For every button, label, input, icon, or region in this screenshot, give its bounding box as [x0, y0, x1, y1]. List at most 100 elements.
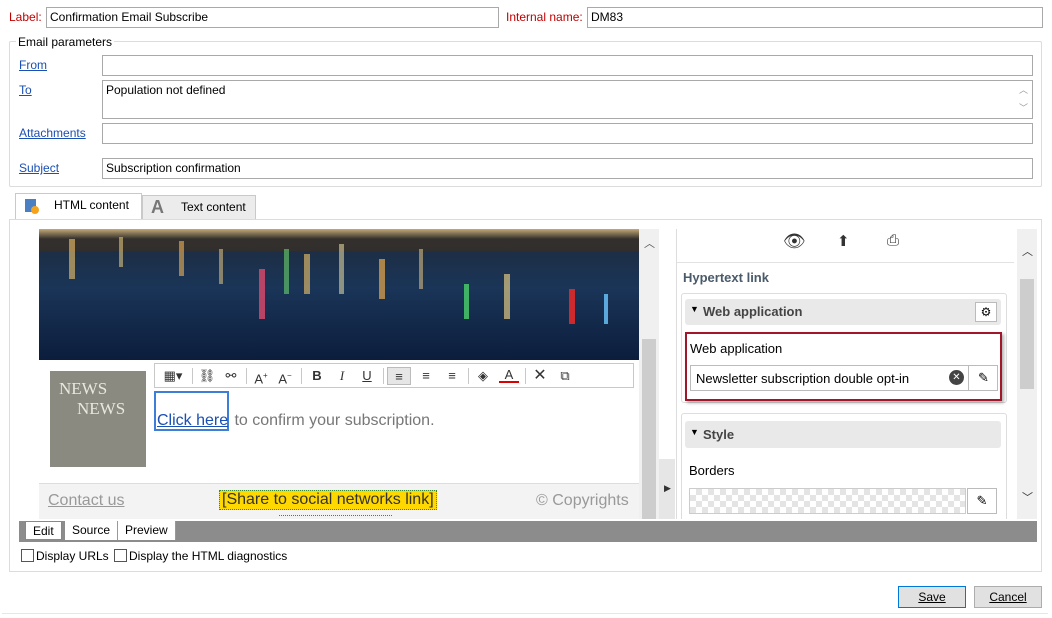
label-caption: Label:	[9, 10, 42, 24]
cancel-button-label: Cancel	[989, 590, 1027, 604]
style-section-title: Style	[703, 427, 735, 442]
toolbar-separator	[525, 368, 526, 384]
delete-icon[interactable]: ✕	[530, 367, 550, 385]
toolbar-separator	[192, 368, 193, 384]
web-app-select-value: Newsletter subscription double opt-in	[696, 371, 910, 386]
contact-us-link[interactable]: Contact us	[48, 492, 124, 510]
news-image: NEWS NEWS	[50, 371, 146, 467]
toolbar-separator	[301, 368, 302, 384]
web-app-selected-field: Web application Newsletter subscription …	[685, 332, 1002, 401]
share-link-underline	[279, 515, 392, 517]
italic-icon[interactable]: I	[332, 367, 352, 385]
borders-label: Borders	[689, 463, 735, 478]
internal-name-input[interactable]: DM83	[587, 7, 1043, 28]
tab-edit[interactable]: Edit	[25, 521, 62, 540]
to-value: Population not defined	[106, 83, 226, 97]
upload-page-icon[interactable]: ⬆	[837, 232, 850, 250]
banner-image	[39, 229, 639, 360]
save-button-label: Save	[918, 590, 946, 604]
news-image-line1: NEWS	[59, 379, 108, 398]
properties-panel: 👁 ⬆ ⎙ Hypertext link ▼ Web application ⚙…	[676, 229, 1014, 519]
hypertext-link-title: Hypertext link	[683, 270, 769, 285]
to-link[interactable]: To	[19, 83, 32, 97]
subject-link[interactable]: Subject	[19, 161, 59, 175]
confirm-text: to confirm your subscription.	[230, 412, 435, 429]
html-content-icon	[25, 199, 39, 214]
scroll-down-icon[interactable]: ﹀	[1019, 101, 1028, 116]
font-decrease-glyph: A	[278, 371, 287, 387]
display-diagnostics-label: Display the HTML diagnostics	[129, 549, 288, 563]
display-urls-label: Display URLs	[36, 549, 109, 563]
edit-pencil-icon[interactable]: ✎	[968, 366, 998, 390]
copyrights-text: © Copyrights	[536, 492, 629, 509]
save-page-icon[interactable]: ⎙	[887, 232, 899, 249]
window-bottom-border	[2, 613, 1048, 614]
move-icon[interactable]: ⧉	[555, 367, 575, 385]
bold-icon[interactable]: B	[307, 367, 327, 385]
web-app-field-label: Web application	[690, 341, 783, 356]
editor-scroll-thumb[interactable]	[642, 339, 656, 519]
attachments-link[interactable]: Attachments	[19, 126, 86, 140]
scroll-up-icon[interactable]: ︿	[1019, 83, 1028, 98]
align-left-icon[interactable]: ≡	[387, 367, 411, 385]
attachments-input[interactable]	[102, 123, 1033, 144]
cancel-button[interactable]: Cancel	[974, 586, 1042, 608]
link-icon[interactable]: ⛓	[197, 367, 217, 385]
share-social-link[interactable]: [Share to social networks link]	[219, 490, 437, 510]
caret-down-icon: ▼	[690, 427, 699, 437]
tab-source[interactable]: Source	[65, 521, 119, 540]
preview-eye-icon[interactable]: 👁	[783, 231, 806, 252]
text-color-icon[interactable]: A	[499, 367, 519, 383]
news-image-line2: NEWS	[77, 399, 126, 418]
tab-preview[interactable]: Preview	[118, 521, 176, 540]
toolbar-separator	[383, 368, 384, 384]
font-decrease-icon[interactable]: A−	[275, 367, 295, 387]
from-input[interactable]	[102, 55, 1033, 76]
clear-icon[interactable]: ✕	[949, 370, 964, 385]
panel-scrollbar[interactable]: ︿ ﹀	[1017, 229, 1037, 519]
from-link[interactable]: From	[19, 58, 47, 72]
align-center-icon[interactable]: ≡	[416, 367, 436, 385]
panel-divider	[677, 262, 1014, 263]
chevron-right-icon: ▶	[664, 483, 671, 493]
gear-settings-icon[interactable]: ⚙	[975, 302, 997, 322]
borders-value[interactable]	[689, 488, 966, 514]
tab-html-content-label: HTML content	[54, 198, 129, 212]
style-section-header[interactable]: ▼ Style	[685, 421, 1001, 448]
scroll-up-icon[interactable]: ︿	[644, 235, 655, 251]
editor-mode-bar: Edit Source Preview	[19, 521, 1037, 542]
email-editor[interactable]: NEWS NEWS ▦▾ ⛓ ⚯ A+ A− B I U ≡ ≡ ≡ ◈ A ✕…	[39, 229, 639, 519]
to-textarea[interactable]: Population not defined ︿ ﹀	[102, 80, 1033, 119]
scroll-down-icon[interactable]: ﹀	[1022, 489, 1033, 505]
click-here-link[interactable]: Click here	[157, 412, 228, 430]
display-urls-checkbox[interactable]	[21, 549, 34, 562]
subject-input[interactable]: Subscription confirmation	[102, 158, 1033, 179]
underline-icon[interactable]: U	[357, 367, 377, 385]
editor-scrollbar[interactable]: ︿	[639, 229, 659, 519]
web-app-section-header[interactable]: ▼ Web application ⚙	[685, 299, 1001, 325]
insert-block-icon[interactable]: ▦▾	[159, 367, 187, 385]
email-parameters-legend: Email parameters	[16, 35, 115, 49]
unlink-icon[interactable]: ⚯	[221, 367, 241, 385]
toolbar-separator	[246, 368, 247, 384]
panel-toggle[interactable]: ▶	[659, 459, 675, 519]
format-toolbar: ▦▾ ⛓ ⚯ A+ A− B I U ≡ ≡ ≡ ◈ A ✕ ⧉	[154, 363, 634, 388]
text-content-icon: A	[151, 197, 164, 217]
web-app-select[interactable]: Newsletter subscription double opt-in ✕ …	[690, 365, 998, 391]
tab-text-content-label: Text content	[181, 200, 246, 214]
align-right-icon[interactable]: ≡	[442, 367, 462, 385]
label-input[interactable]: Confirmation Email Subscribe	[46, 7, 499, 28]
tab-text-content[interactable]: A Text content	[142, 195, 256, 219]
font-increase-icon[interactable]: A+	[251, 367, 271, 387]
save-button[interactable]: Save	[898, 586, 966, 608]
borders-edit-pencil-icon[interactable]: ✎	[967, 488, 997, 514]
scroll-up-icon[interactable]: ︿	[1022, 243, 1033, 259]
display-diagnostics-checkbox[interactable]	[114, 549, 127, 562]
toolbar-separator	[468, 368, 469, 384]
font-increase-glyph: A	[254, 371, 263, 387]
caret-down-icon: ▼	[690, 304, 699, 314]
tab-html-content[interactable]: HTML content	[15, 193, 142, 219]
web-app-section-title: Web application	[703, 304, 803, 319]
panel-scroll-thumb[interactable]	[1020, 279, 1034, 389]
fill-color-icon[interactable]: ◈	[473, 367, 493, 385]
